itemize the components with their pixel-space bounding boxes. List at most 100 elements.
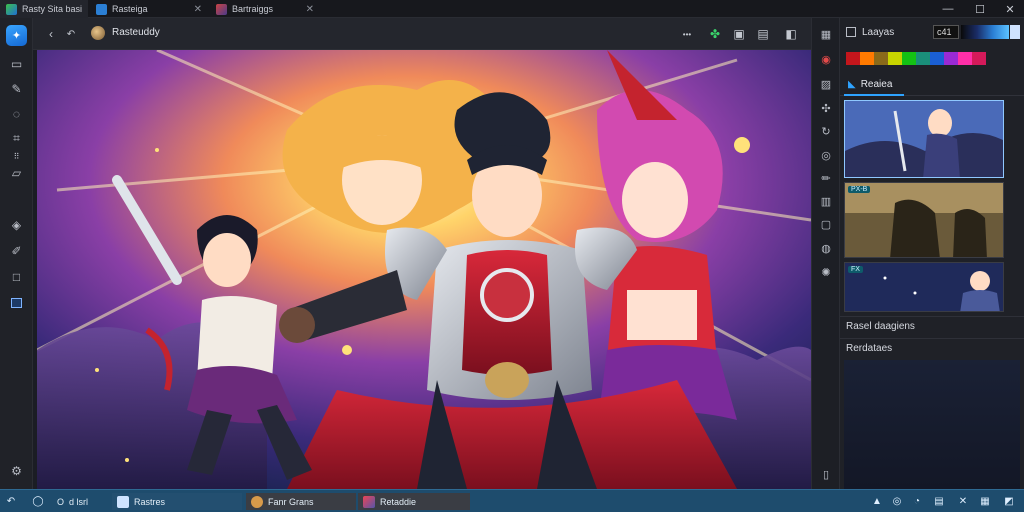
color-gradient-slider[interactable] <box>961 25 1009 39</box>
window-label: Rastres <box>134 496 166 507</box>
settings-gear-icon[interactable]: ⚙ <box>8 462 25 479</box>
window-icon <box>363 495 375 508</box>
lasso-tool-icon[interactable]: ◌ <box>8 105 25 122</box>
brush-tool-icon[interactable]: ✎ <box>8 80 25 97</box>
palette-swatch[interactable] <box>902 52 916 65</box>
search-prefix: O <box>57 496 65 507</box>
minimize-button[interactable]: — <box>936 0 960 18</box>
image-icon <box>216 3 227 15</box>
network-icon[interactable]: ◎ <box>890 494 904 508</box>
share-icon[interactable]: ✤ <box>707 26 723 42</box>
layers-icon[interactable]: ▦ <box>818 26 834 42</box>
palette-swatch[interactable] <box>944 52 958 65</box>
document-avatar-icon <box>91 26 105 40</box>
gallery-icon[interactable]: ▢ <box>818 216 834 232</box>
palette-swatch[interactable] <box>860 52 874 65</box>
tab-label: Rasty Sita basi <box>22 4 83 14</box>
puzzle-icon[interactable]: ✣ <box>818 100 834 116</box>
color-preview-swatch[interactable] <box>1010 25 1020 39</box>
palette-swatch[interactable] <box>930 52 944 65</box>
trash-icon[interactable]: ▯ <box>818 466 834 482</box>
palette-swatch[interactable] <box>874 52 888 65</box>
close-icon[interactable]: ✕ <box>194 4 202 15</box>
chart-tray-icon[interactable]: ▦ <box>978 494 992 508</box>
globe-icon[interactable]: ◍ <box>818 240 834 256</box>
color-icon[interactable]: ◉ <box>818 51 834 67</box>
color-palette <box>846 52 986 66</box>
section-label: Rasel daagiens <box>846 321 915 332</box>
frame-tool-icon[interactable]: □ <box>8 268 25 285</box>
view-options-icon[interactable]: ◧ <box>783 26 799 42</box>
filter-icon[interactable]: ◎ <box>818 147 834 163</box>
palette-swatch[interactable] <box>888 52 902 65</box>
undo-icon[interactable]: ↶ <box>4 494 18 508</box>
back-arrow-icon[interactable]: ‹ <box>43 26 59 42</box>
section-rerdataes[interactable]: Rerdataes <box>840 338 1024 358</box>
tab-rasty[interactable]: Rasty Sita basi <box>0 0 88 18</box>
layers-label: Laayas <box>862 26 895 38</box>
title-tab-bar: Rasty Sita basi Rasteiga ✕ Bartraiggs ✕ … <box>0 0 1024 18</box>
window-icon <box>251 495 263 508</box>
pen-tool-icon[interactable]: ✐ <box>8 242 25 259</box>
artwork-canvas[interactable] <box>37 50 811 489</box>
section-label: Rerdataes <box>846 343 893 354</box>
crop-tool-icon[interactable]: ⌗ <box>8 130 25 147</box>
reference-thumbnail[interactable]: FX <box>844 262 1004 312</box>
taskbar-window-rastres[interactable]: Rastres <box>112 493 242 510</box>
tab-label: Rasteiga <box>112 4 148 14</box>
export-icon[interactable]: ▣ <box>731 26 747 42</box>
app-icon <box>6 3 17 15</box>
image-adjust-icon[interactable]: ▨ <box>818 76 834 92</box>
maximize-button[interactable]: ☐ <box>968 0 992 18</box>
thumbnail-image <box>845 263 1003 311</box>
notification-icon[interactable]: ◩ <box>1002 494 1016 508</box>
window-label: Fanr Grans <box>268 496 314 507</box>
more-menu-button[interactable]: ••• <box>679 26 695 42</box>
taskbar: ↶ ◯ O d lsrl Rastres Fanr Grans Retaddie… <box>0 489 1024 512</box>
thumbnail-image <box>845 183 1003 257</box>
section-rasel-daagiens[interactable]: Rasel daagiens <box>840 316 1024 336</box>
tools-icon[interactable]: ✕ <box>956 494 970 508</box>
palette-swatch[interactable] <box>846 52 860 65</box>
thumbnail-tag: PX-B <box>848 186 871 193</box>
properties-area <box>844 360 1020 489</box>
select-tool-icon[interactable]: ▭ <box>8 55 25 72</box>
display-icon[interactable]: ▤ <box>932 494 946 508</box>
palette-swatch[interactable] <box>972 52 986 65</box>
chat-icon[interactable]: ◯ <box>31 494 45 508</box>
color-hex-input[interactable]: c41 <box>933 25 959 39</box>
warning-icon[interactable]: ▲ <box>870 494 884 508</box>
tab-label: Bartraiggs <box>232 4 274 14</box>
document-title: Rasteuddy <box>112 27 160 38</box>
close-icon[interactable]: ✕ <box>306 4 314 15</box>
right-panel: Laayas c41 ◣ Reaiea PX-B FX Rasel daagie… <box>840 18 1024 489</box>
chart-icon[interactable]: ▥ <box>818 193 834 209</box>
shape-tool-icon[interactable]: ◈ <box>8 216 25 233</box>
reference-thumbnail[interactable] <box>844 100 1004 178</box>
palette-swatch[interactable] <box>958 52 972 65</box>
taskbar-window-retaddie[interactable]: Retaddie <box>358 493 470 510</box>
close-window-button[interactable]: ✕ <box>998 0 1022 18</box>
tab-label: Reaiea <box>860 78 893 90</box>
thumbnail-tag: FX <box>848 266 863 273</box>
tab-rasteiga[interactable]: Rasteiga ✕ <box>90 0 208 18</box>
folder-tool-icon[interactable]: ▱ <box>8 164 25 181</box>
tab-references[interactable]: ◣ Reaiea <box>844 74 904 96</box>
palette-swatch[interactable] <box>916 52 930 65</box>
effects-icon[interactable]: ✺ <box>818 264 834 280</box>
volume-icon[interactable]: ◔ <box>910 494 924 508</box>
taskbar-window-fanr-grans[interactable]: Fanr Grans <box>246 493 356 510</box>
app-logo-icon[interactable]: ✦ <box>6 25 27 46</box>
text-tool-icon[interactable] <box>8 294 25 311</box>
history-icon[interactable]: ↶ <box>63 26 79 42</box>
layers-panel-icon <box>846 27 856 37</box>
right-icon-strip: ▦ ◉ ▨ ✣ ↻ ◎ ✏ ▥ ▢ ◍ ✺ ▯ <box>811 18 840 489</box>
save-icon[interactable]: ▤ <box>755 26 771 42</box>
canvas-header: ‹ ↶ Rasteuddy ••• ✤ ▣ ▤ ◧ <box>33 18 811 50</box>
reference-thumbnail[interactable]: PX-B <box>844 182 1004 258</box>
taskbar-search[interactable]: O d lsrl <box>52 493 93 510</box>
refresh-icon[interactable]: ↻ <box>818 123 834 139</box>
tab-bartraiggs[interactable]: Bartraiggs ✕ <box>210 0 320 18</box>
pencil-icon[interactable]: ✏ <box>818 170 834 186</box>
anime-heroes-illustration <box>37 50 811 489</box>
